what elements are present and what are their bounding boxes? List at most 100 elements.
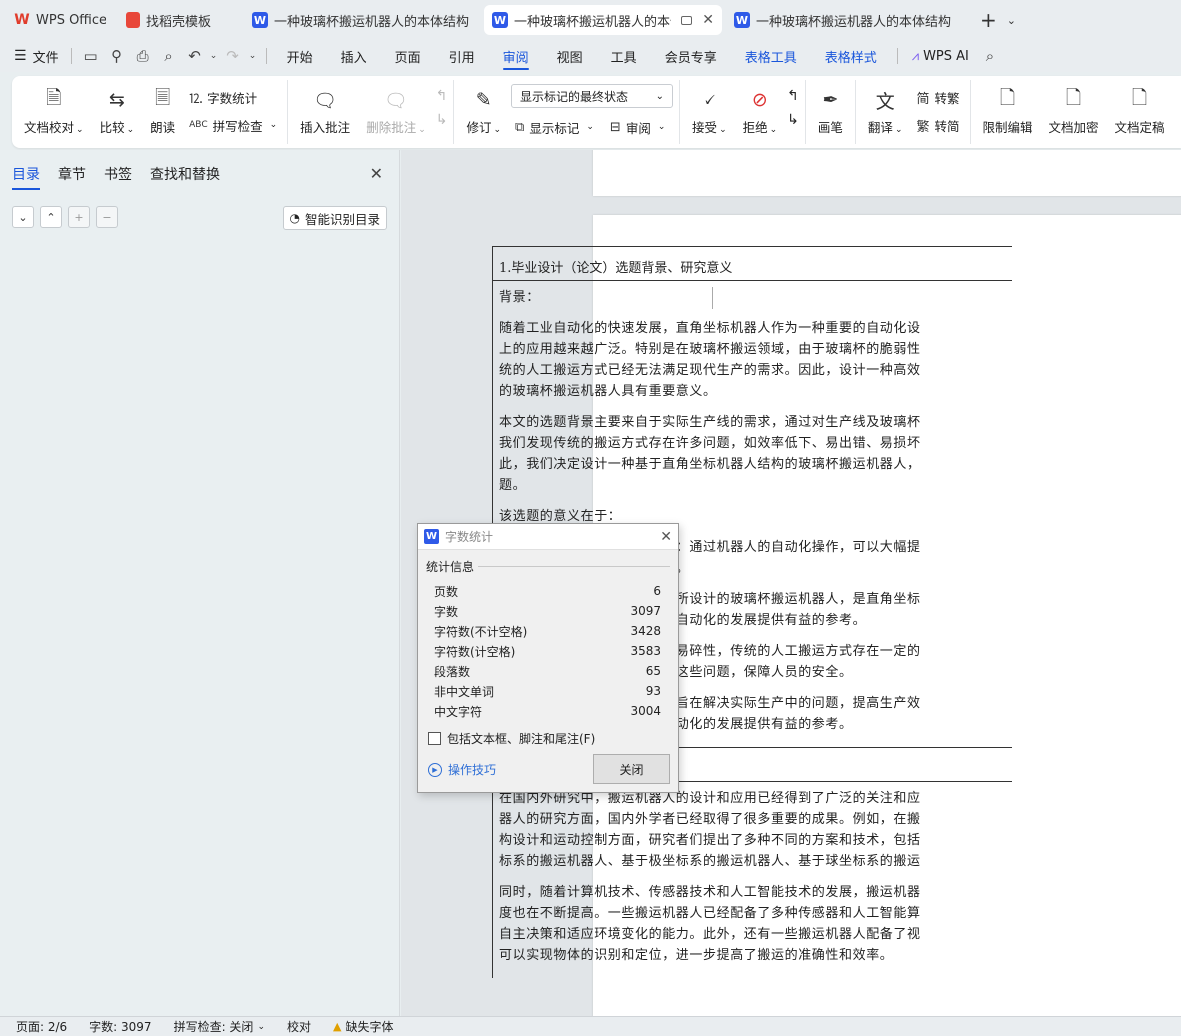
spell-check-button[interactable]: ABC 拼写检查 ⌄ [185, 112, 281, 138]
paragraph-line: 本文的选题背景主要来自于实际生产线的需求，通过对生产线及玻璃杯 [499, 415, 921, 430]
display-mode-select[interactable]: 显示标记的最终状态 ⌄ [511, 84, 674, 108]
status-proof[interactable]: 校对 [287, 1018, 333, 1035]
paragraph[interactable]: 在国内外研究中，搬运机器人的设计和应用已经得到了广泛的关注和应 器人的研究方面，国… [499, 788, 1006, 872]
menu-tools[interactable]: 工具 [597, 40, 651, 72]
section-heading: 1.毕业设计（论文）选题背景、研究意义 [493, 247, 1012, 281]
section-body[interactable]: 在国内外研究中，搬运机器人的设计和应用已经得到了广泛的关注和应 器人的研究方面，国… [493, 782, 1012, 978]
close-icon[interactable]: ✕ [370, 164, 383, 183]
revise-button[interactable]: ✎ 修订 ⌄ [460, 86, 507, 138]
paragraph[interactable]: 本文的选题背景主要来自于实际生产线的需求，通过对生产线及玻璃杯 我们发现传统的搬运… [499, 412, 1006, 496]
accept-label: 接受 ⌄ [692, 120, 727, 135]
menu-insert[interactable]: 插入 [327, 40, 381, 72]
review-pane-button[interactable]: ⊟ 审阅 ⌄ [606, 114, 669, 140]
tips-link[interactable]: ▶ 操作技巧 [428, 761, 496, 778]
chevron-down-icon[interactable]: ⌄ [1007, 14, 1016, 27]
next-comment-icon[interactable]: ↳ [436, 112, 448, 128]
tab-bookmarks[interactable]: 书签 [104, 164, 132, 190]
close-button[interactable]: 关闭 [593, 754, 670, 784]
encrypt-button[interactable]: 🗋 文档加密 [1043, 86, 1105, 138]
chevron-down-icon[interactable]: ⌄ [208, 43, 220, 69]
include-textbox-checkbox[interactable]: 包括文本框、脚注和尾注(F) [428, 730, 595, 747]
print-icon[interactable]: ⎙ [130, 43, 156, 69]
to-traditional-button[interactable]: 简 转繁 [912, 84, 963, 110]
print-preview-icon[interactable]: ⌕ [156, 43, 182, 69]
tab-docer[interactable]: 找稻壳模板 [118, 5, 240, 35]
paragraph-line: 我们发现传统的搬运方式存在许多问题，如效率低下、易出错、易损坏 [499, 436, 921, 451]
paragraph[interactable]: 随着工业自动化的快速发展，直角坐标机器人作为一种重要的自动化设 上的应用越来越广泛… [499, 318, 1006, 402]
tab-document-3[interactable]: W 一种玻璃杯搬运机器人的本体结构设计 [726, 5, 962, 35]
chevron-down-icon: ⌄ [655, 90, 665, 102]
chevron-down-icon: ⌄ [269, 120, 278, 130]
ink-button[interactable]: ✒ 画笔 [812, 86, 849, 138]
proofread-button[interactable]: 🗎 文档校对 ⌄ [18, 86, 90, 138]
read-aloud-button[interactable]: 🗏 朗读 [144, 86, 181, 138]
delete-comment-label: 删除批注 ⌄ [366, 120, 426, 135]
close-icon[interactable]: ✕ [702, 12, 714, 28]
word-count-icon: ⒓ [189, 91, 203, 107]
checkbox-icon[interactable] [428, 732, 441, 745]
file-menu[interactable]: ☰ 文件 [0, 40, 59, 72]
read-aloud-label: 朗读 [150, 120, 176, 135]
show-markup-button[interactable]: ⧉ 显示标记 ⌄ [511, 114, 598, 140]
previous-comment-icon[interactable]: ↰ [436, 88, 448, 104]
proofread-icon: 🗎 [46, 87, 62, 109]
smart-toc-button[interactable]: ◔ 智能识别目录 [282, 206, 387, 230]
menu-page[interactable]: 页面 [381, 40, 435, 72]
delete-comment-button[interactable]: 🗨 删除批注 ⌄ [360, 86, 432, 138]
review-pane-label: 审阅 [625, 120, 651, 136]
menu-review[interactable]: 审阅 [489, 40, 543, 72]
to-simplified-button[interactable]: 繁 转简 [912, 112, 963, 138]
play-icon: ▶ [428, 762, 442, 777]
add-tab-icon[interactable]: + [980, 8, 997, 32]
include-label: 包括文本框、脚注和尾注(F) [447, 732, 596, 746]
menu-home[interactable]: 开始 [273, 40, 327, 72]
status-spell-check[interactable]: 拼写检查: 关闭 ⌄ [174, 1018, 287, 1035]
reject-label: 拒绝 ⌄ [742, 120, 778, 135]
link-icon[interactable]: ⚲ [104, 43, 130, 69]
close-icon[interactable]: ✕ [660, 529, 672, 545]
tab-wps-office[interactable]: W WPS Office [6, 5, 114, 35]
menu-references[interactable]: 引用 [435, 40, 489, 72]
accept-button[interactable]: 🗸 接受 ⌄ [686, 86, 733, 138]
tab-document-1[interactable]: W 一种玻璃杯搬运机器人的本体结构设计 [244, 5, 480, 35]
tab-toc[interactable]: 目录 [12, 164, 40, 190]
status-missing-font[interactable]: ▲ 缺失字体 [333, 1018, 415, 1035]
previous-change-icon[interactable]: ↰ [787, 88, 799, 104]
chevron-down-icon[interactable]: ⌄ [246, 43, 260, 69]
undo-icon[interactable]: ↶ [182, 43, 208, 69]
expand-icon[interactable]: ⌄ [12, 206, 34, 228]
menu-table-style[interactable]: 表格样式 [811, 40, 891, 72]
tab-document-active[interactable]: W 一种玻璃杯搬运机器人的本体结 ✕ [484, 5, 722, 35]
stat-label: 段落数 [434, 664, 471, 679]
translate-button[interactable]: 文 翻译 ⌄ [862, 86, 909, 138]
smart-toc-icon: ◔ [289, 211, 300, 225]
add-icon[interactable]: + [68, 206, 90, 228]
search-icon[interactable]: ⌕ [977, 43, 1003, 69]
display-icon[interactable] [681, 15, 693, 25]
status-bar: 页面: 2/6 字数: 3097 拼写检查: 关闭 ⌄ 校对 ▲ 缺失字体 [0, 1016, 1181, 1036]
next-change-icon[interactable]: ↳ [787, 112, 799, 128]
menu-view[interactable]: 视图 [543, 40, 597, 72]
restrict-edit-button[interactable]: 🗋 限制编辑 [977, 86, 1039, 138]
paragraph-line: 的玻璃杯搬运机器人具有重要意义。 [499, 384, 717, 399]
tab-chapters[interactable]: 章节 [58, 164, 86, 190]
compare-button[interactable]: ⇆ 比较 ⌄ [94, 86, 141, 138]
wps-ai-button[interactable]: ⩘ WPS AI [904, 49, 977, 64]
menu-table-tools[interactable]: 表格工具 [731, 40, 811, 72]
reject-button[interactable]: ⊘ 拒绝 ⌄ [737, 86, 784, 138]
hamburger-icon: ☰ [14, 48, 27, 64]
finalize-button[interactable]: 🗋 文档定稿 [1109, 86, 1171, 138]
status-word-count[interactable]: 字数: 3097 [89, 1018, 173, 1035]
menu-member[interactable]: 会员专享 [651, 40, 731, 72]
insert-comment-button[interactable]: 🗨 插入批注 [294, 86, 356, 138]
save-icon[interactable]: ▭ [78, 43, 104, 69]
paragraph[interactable]: 背景： [499, 287, 1006, 308]
redo-icon[interactable]: ↷ [220, 43, 246, 69]
collapse-icon[interactable]: ⌃ [40, 206, 62, 228]
tab-find-replace[interactable]: 查找和替换 [150, 164, 220, 190]
paragraph[interactable]: 同时，随着计算机技术、传感器技术和人工智能技术的发展，搬运机器 度也在不断提高。一… [499, 882, 1006, 966]
minus-icon[interactable]: − [96, 206, 118, 228]
dialog-titlebar[interactable]: W 字数统计 ✕ [418, 524, 678, 550]
status-page[interactable]: 页面: 2/6 [16, 1018, 89, 1035]
word-count-button[interactable]: ⒓ 字数统计 [185, 84, 281, 110]
